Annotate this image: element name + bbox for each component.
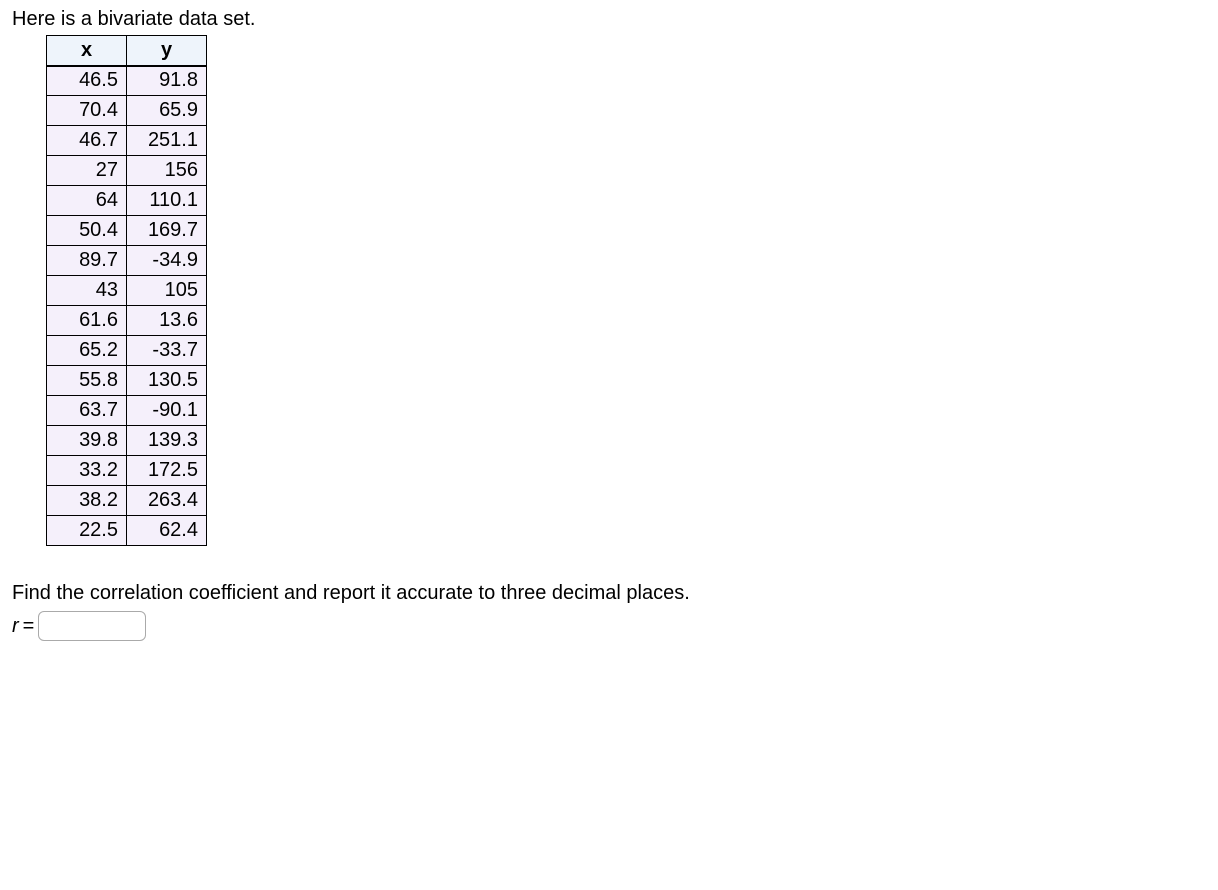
- cell-x: 70.4: [47, 96, 127, 126]
- table-row: 63.7-90.1: [47, 396, 207, 426]
- header-y: y: [127, 36, 207, 66]
- cell-x: 38.2: [47, 486, 127, 516]
- cell-y: -90.1: [127, 396, 207, 426]
- cell-x: 46.7: [47, 126, 127, 156]
- cell-y: 105: [127, 276, 207, 306]
- table-row: 65.2-33.7: [47, 336, 207, 366]
- table-row: 50.4169.7: [47, 216, 207, 246]
- cell-x: 89.7: [47, 246, 127, 276]
- cell-y: -34.9: [127, 246, 207, 276]
- cell-x: 46.5: [47, 66, 127, 96]
- cell-y: 139.3: [127, 426, 207, 456]
- cell-x: 43: [47, 276, 127, 306]
- cell-x: 50.4: [47, 216, 127, 246]
- cell-x: 33.2: [47, 456, 127, 486]
- cell-y: 251.1: [127, 126, 207, 156]
- cell-x: 22.5: [47, 516, 127, 546]
- intro-text: Here is a bivariate data set.: [12, 8, 1206, 31]
- table-row: 43105: [47, 276, 207, 306]
- cell-y: 169.7: [127, 216, 207, 246]
- question-text: Find the correlation coefficient and rep…: [12, 582, 1206, 605]
- table-row: 55.8130.5: [47, 366, 207, 396]
- table-row: 64110.1: [47, 186, 207, 216]
- cell-y: -33.7: [127, 336, 207, 366]
- cell-y: 62.4: [127, 516, 207, 546]
- table-row: 46.591.8: [47, 66, 207, 96]
- cell-y: 263.4: [127, 486, 207, 516]
- table-row: 70.465.9: [47, 96, 207, 126]
- answer-line: r =: [12, 611, 1206, 641]
- cell-y: 65.9: [127, 96, 207, 126]
- cell-y: 156: [127, 156, 207, 186]
- equals-sign: =: [23, 615, 35, 638]
- cell-y: 172.5: [127, 456, 207, 486]
- table-row: 38.2263.4: [47, 486, 207, 516]
- table-row: 33.2172.5: [47, 456, 207, 486]
- table-row: 46.7251.1: [47, 126, 207, 156]
- data-table: x y 46.591.870.465.946.7251.12715664110.…: [46, 35, 207, 546]
- cell-x: 64: [47, 186, 127, 216]
- table-row: 22.562.4: [47, 516, 207, 546]
- table-row: 61.613.6: [47, 306, 207, 336]
- cell-y: 110.1: [127, 186, 207, 216]
- table-header-row: x y: [47, 36, 207, 66]
- r-label: r: [12, 615, 19, 638]
- cell-x: 65.2: [47, 336, 127, 366]
- table-row: 27156: [47, 156, 207, 186]
- header-x: x: [47, 36, 127, 66]
- cell-x: 61.6: [47, 306, 127, 336]
- cell-y: 130.5: [127, 366, 207, 396]
- table-row: 39.8139.3: [47, 426, 207, 456]
- cell-x: 27: [47, 156, 127, 186]
- cell-x: 39.8: [47, 426, 127, 456]
- cell-x: 55.8: [47, 366, 127, 396]
- cell-x: 63.7: [47, 396, 127, 426]
- cell-y: 91.8: [127, 66, 207, 96]
- r-input[interactable]: [38, 611, 146, 641]
- table-row: 89.7-34.9: [47, 246, 207, 276]
- cell-y: 13.6: [127, 306, 207, 336]
